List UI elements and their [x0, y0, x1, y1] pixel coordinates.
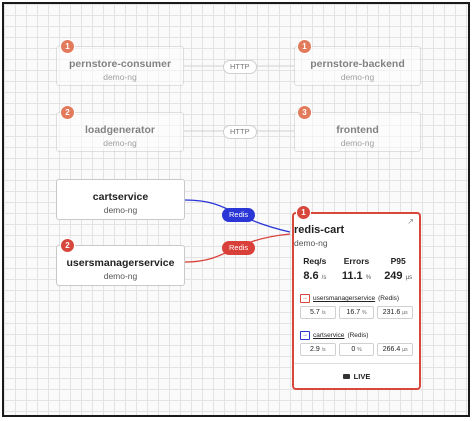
metric-value: 249 µs [379, 270, 417, 282]
unit: /s [321, 275, 327, 281]
node-badge: 2 [60, 105, 75, 120]
node-title: loadgenerator [84, 124, 155, 136]
unit: % [357, 347, 362, 353]
node-namespace: demo-ng [103, 138, 137, 148]
unit: µs [402, 310, 408, 316]
node-badge: 1 [297, 39, 312, 54]
edge-label-redis-cartservice[interactable]: Redis [222, 208, 256, 222]
node-namespace: demo-ng [340, 72, 375, 82]
node-title: usersmanagerservice [66, 257, 175, 269]
conn-cell: 16.7 % [338, 306, 375, 319]
node-title: redis-cart [294, 224, 345, 236]
node-title: pernstore-consumer [68, 58, 172, 70]
cell-value: 5.7 [310, 309, 320, 316]
conn-cell: 5.7 /s [300, 306, 336, 319]
unit: µs [405, 275, 413, 281]
edge-label-redis-usersmanagerservice[interactable]: Redis [222, 241, 256, 255]
incoming-arrow-icon: → [300, 294, 310, 303]
connection-cartservice: → cartservice (Redis) 2.9 /s 0 % 266.4 µ… [300, 331, 414, 356]
metric-header: Errors [343, 256, 370, 266]
live-label: LIVE [353, 371, 371, 381]
node-namespace: demo-ng [294, 238, 328, 248]
metric-value: 11.1 % [337, 270, 375, 282]
metric-values: 8.6 /s 11.1 % 249 µs [294, 270, 419, 282]
node-badge: 2 [60, 238, 75, 253]
node-badge: 1 [60, 39, 75, 54]
cell-value: 16.7 [346, 309, 361, 316]
node-badge: 1 [296, 205, 311, 220]
conn-cell: 231.6 µs [377, 306, 414, 319]
edge-label-http: HTTP [223, 60, 257, 74]
live-camera-icon [342, 373, 350, 379]
metric-header: Req/s [303, 256, 327, 266]
cell-value: 2.9 [310, 346, 320, 353]
cell-value: 266.4 [382, 346, 401, 353]
unit: µs [402, 347, 408, 353]
connection-link[interactable]: usersmanagerservice [313, 295, 375, 302]
node-namespace: demo-ng [103, 271, 138, 281]
metric-headers: Req/s Errors P95 [294, 256, 419, 266]
connection-usersmanagerservice: → usersmanagerservice (Redis) 5.7 /s 16.… [300, 294, 414, 319]
connection-protocol: (Redis) [378, 295, 400, 302]
node-namespace: demo-ng [103, 205, 138, 215]
unit: /s [321, 347, 326, 353]
cell-value: 0 [351, 346, 356, 353]
node-title: frontend [336, 124, 379, 136]
node-pernstore-backend[interactable]: pernstore-backend demo-ng [294, 46, 421, 86]
connection-link[interactable]: cartservice [313, 332, 344, 339]
conn-cell: 2.9 /s [300, 343, 336, 356]
external-link-icon[interactable]: ↗ [407, 217, 414, 226]
node-title: pernstore-backend [310, 58, 405, 70]
node-badge: 3 [297, 105, 312, 120]
value-errors: 11.1 [341, 270, 363, 282]
node-cartservice[interactable]: cartservice demo-ng [56, 179, 185, 220]
node-loadgenerator[interactable]: loadgenerator demo-ng [56, 112, 184, 152]
metric-value: 8.6 /s [296, 270, 334, 282]
node-pernstore-consumer[interactable]: pernstore-consumer demo-ng [56, 46, 184, 86]
node-title: cartservice [92, 191, 149, 203]
incoming-arrow-icon: → [300, 331, 310, 340]
live-button[interactable]: LIVE [294, 363, 419, 388]
service-map-canvas[interactable]: pernstore-consumer demo-ng 1 HTTP pernst… [2, 2, 470, 417]
connection-protocol: (Redis) [347, 332, 369, 339]
unit: /s [321, 310, 326, 316]
conn-cell: 0 % [338, 343, 375, 356]
unit: % [362, 310, 367, 316]
node-namespace: demo-ng [103, 72, 137, 82]
unit: % [365, 275, 372, 281]
metric-header: P95 [390, 256, 406, 266]
value-p95: 249 [384, 270, 403, 282]
edge-label-http: HTTP [223, 125, 257, 139]
node-redis-cart-detail[interactable]: ↗ redis-cart demo-ng Req/s Errors P95 8.… [292, 212, 421, 390]
cell-value: 231.6 [382, 309, 401, 316]
node-frontend[interactable]: frontend demo-ng [294, 112, 421, 152]
node-usersmanagerservice[interactable]: usersmanagerservice demo-ng [56, 245, 185, 286]
conn-cell: 266.4 µs [377, 343, 414, 356]
node-namespace: demo-ng [340, 138, 375, 148]
value-req: 8.6 [303, 270, 319, 282]
